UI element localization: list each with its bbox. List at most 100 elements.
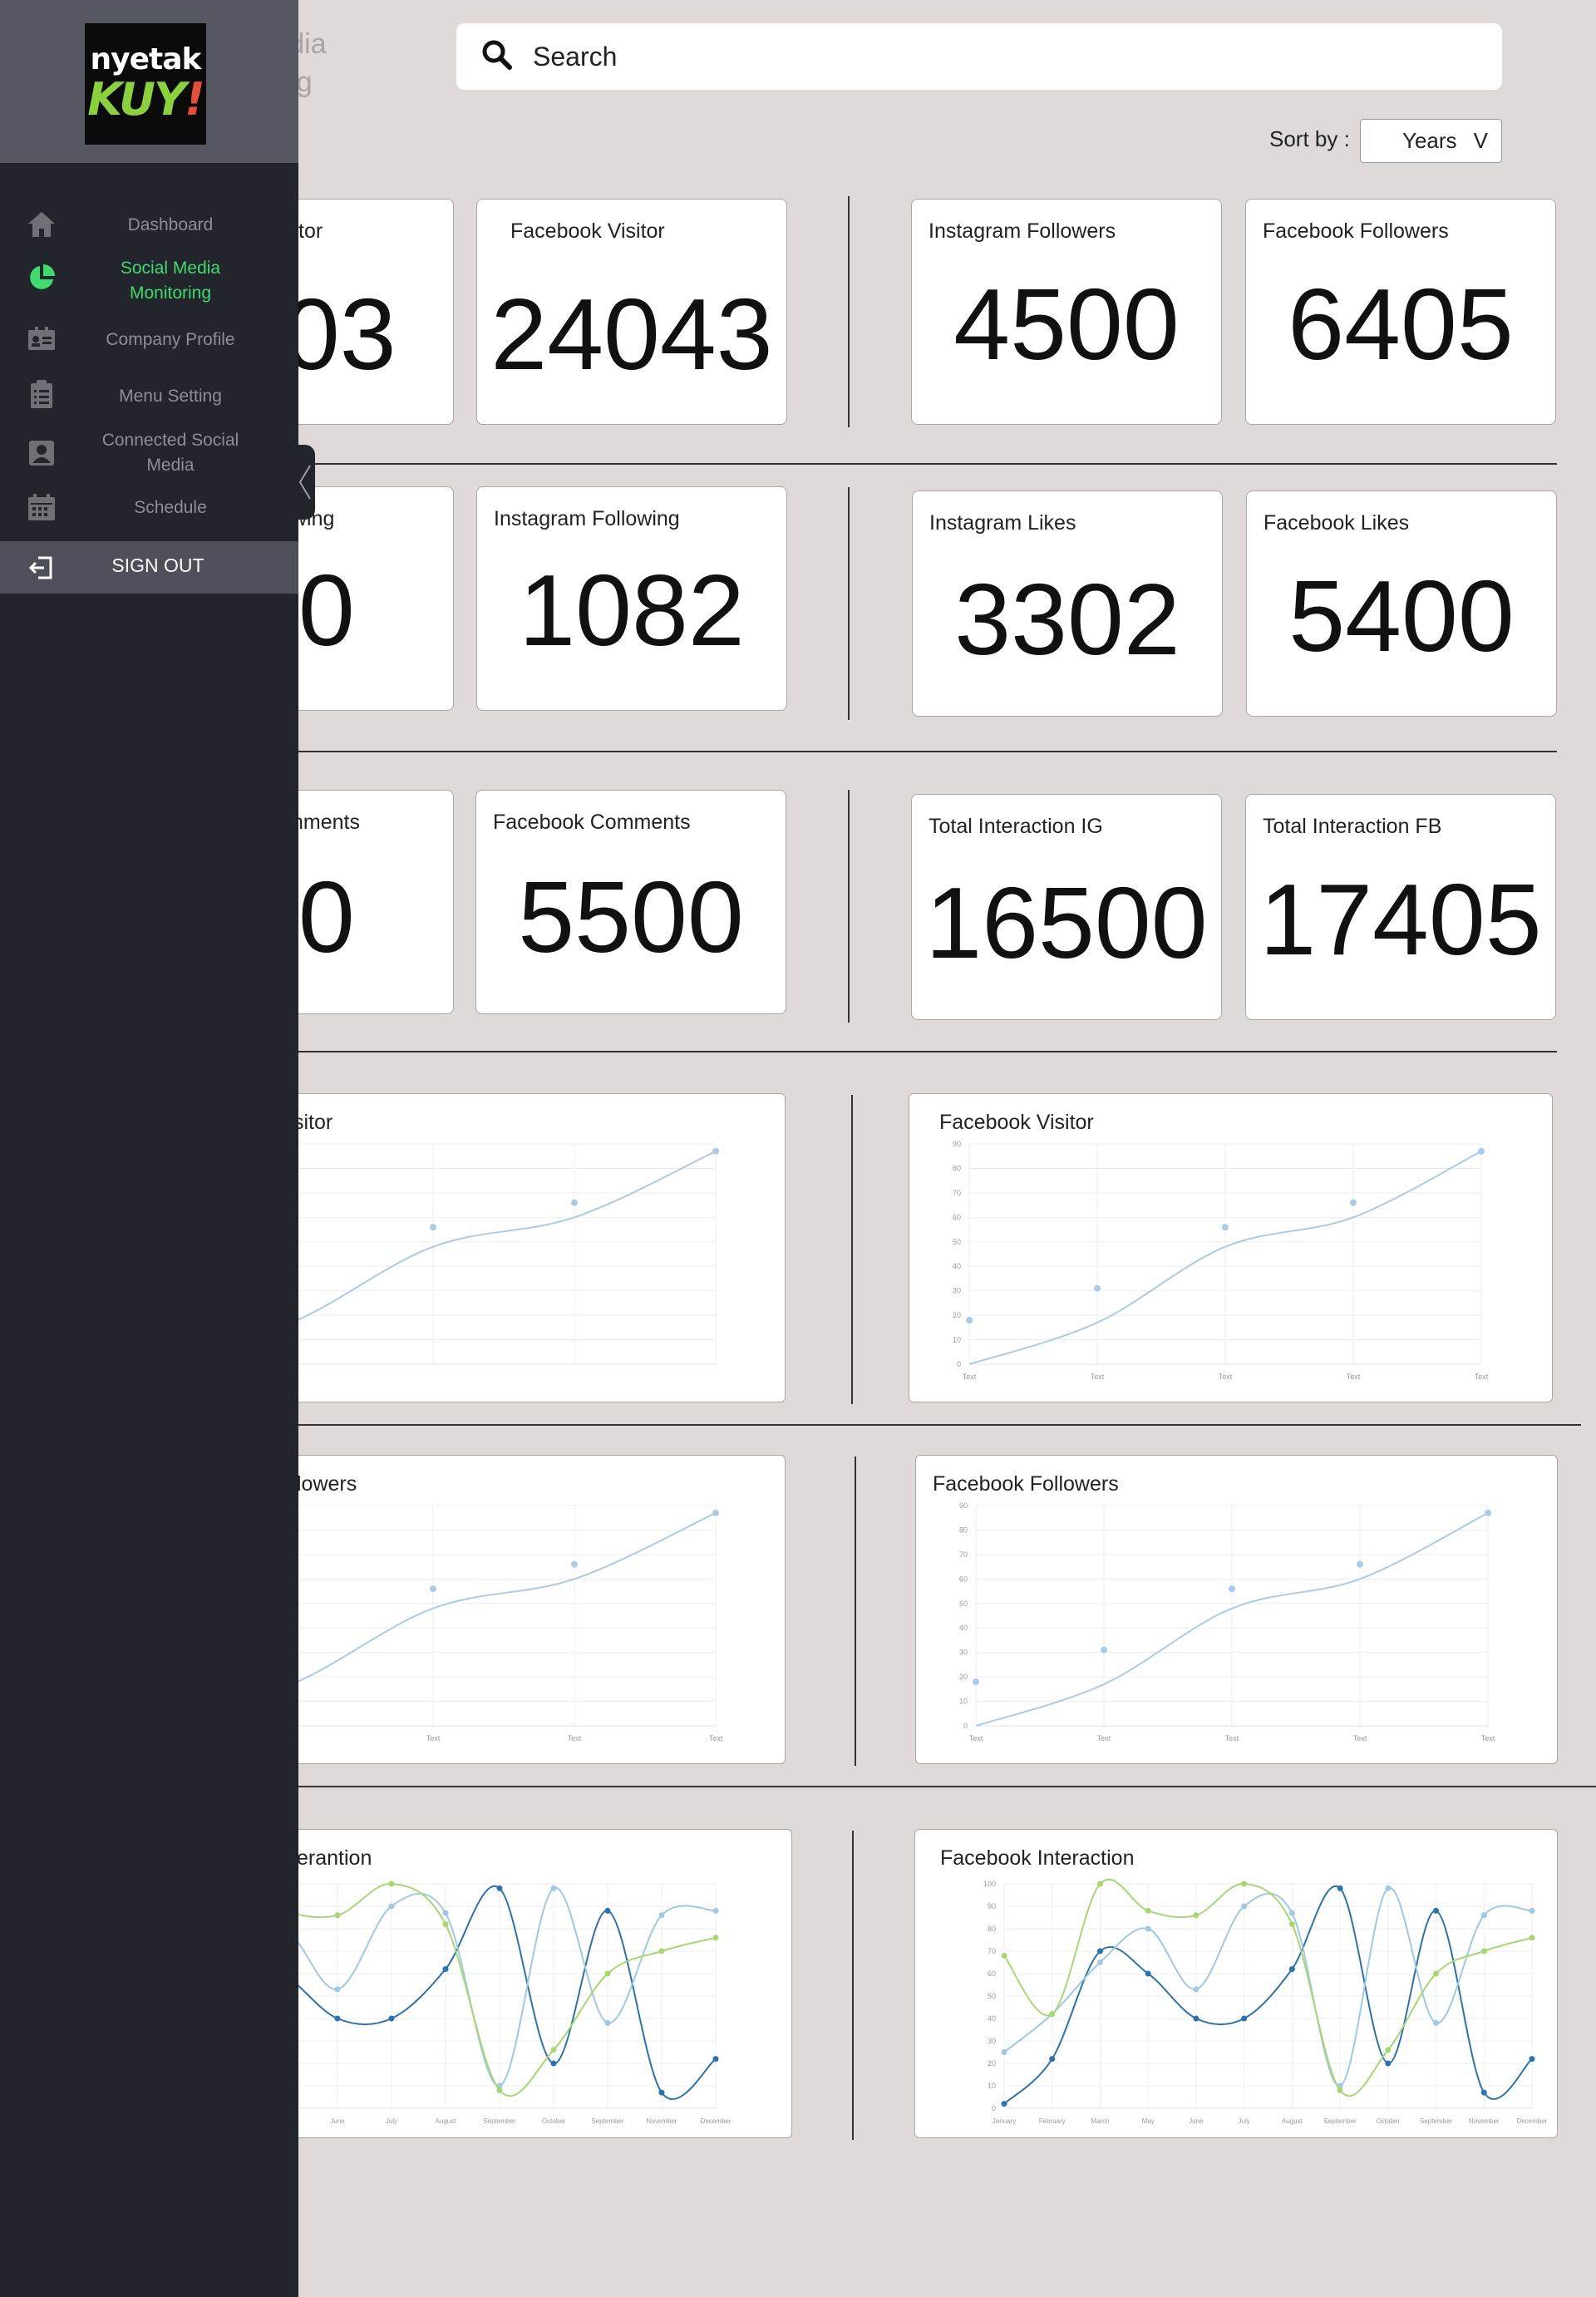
stat-title: nments xyxy=(292,811,360,834)
y-tick-label: 90 xyxy=(953,1140,961,1148)
x-tick-label: June xyxy=(1189,2117,1204,2125)
logo-bang: ! xyxy=(185,73,205,126)
stat-card-fb-comments: Facebook Comments 5500 xyxy=(475,790,786,1014)
stat-title: Total Interaction IG xyxy=(929,815,1103,838)
sidebar-item-social-media-monitoring[interactable]: Social Media Monitoring xyxy=(0,256,298,309)
divider xyxy=(848,196,850,427)
x-tick-label: August xyxy=(1282,2117,1303,2125)
series-line xyxy=(250,1150,717,1338)
sign-out-icon xyxy=(28,556,52,579)
data-point xyxy=(1433,1907,1440,1914)
x-tick-label: October xyxy=(542,2117,566,2125)
data-point xyxy=(388,1880,395,1887)
stat-value: 3302 xyxy=(954,563,1180,676)
y-tick-label: 90 xyxy=(988,1902,996,1910)
data-point xyxy=(1222,1224,1229,1231)
data-point xyxy=(973,1678,979,1685)
data-point xyxy=(496,1885,503,1891)
search-icon[interactable] xyxy=(481,39,513,75)
data-point xyxy=(604,2019,611,2026)
chart-card-ig-visitor: sitor xyxy=(249,1093,786,1402)
data-point xyxy=(388,2015,395,2022)
series-line xyxy=(1003,1887,1533,2087)
sign-out-label: SIGN OUT xyxy=(111,555,204,576)
data-point xyxy=(1350,1199,1357,1206)
data-point xyxy=(658,1912,665,1919)
divider xyxy=(851,1095,853,1404)
ig-followers-line-chart: TextTextTextTextText xyxy=(250,1505,723,1742)
data-point xyxy=(1337,2087,1343,2093)
fb-visitor-line-chart: 0 10 20 30 40 50 60 70 80 90 Text Text Text Text Text xyxy=(953,1140,1489,1381)
y-tick-label: 10 xyxy=(959,1698,968,1706)
x-tick-label: Text xyxy=(426,1734,441,1742)
clipboard-icon xyxy=(31,380,52,408)
data-point xyxy=(550,2047,557,2053)
x-tick-label: Text xyxy=(568,1734,582,1742)
data-point xyxy=(604,1970,611,1977)
data-point xyxy=(1288,1966,1295,1973)
data-point xyxy=(1288,1910,1295,1916)
search-input[interactable] xyxy=(533,41,1281,72)
data-point xyxy=(1145,1970,1151,1977)
stat-title: Facebook Likes xyxy=(1264,511,1410,535)
stat-value: 4500 xyxy=(953,268,1180,381)
data-point xyxy=(388,1903,395,1910)
data-point xyxy=(1193,2015,1199,2022)
fb-followers-line-chart: 0 10 20 30 40 50 60 70 80 90 Text Text Text Text Text xyxy=(959,1501,1495,1742)
y-tick-label: 20 xyxy=(953,1311,961,1319)
data-point xyxy=(1385,1885,1392,1891)
brand-logo[interactable]: nyetak KUY! xyxy=(85,23,206,145)
x-tick-label: August xyxy=(436,2117,457,2125)
y-tick-label: 70 xyxy=(953,1189,961,1197)
x-tick-label: Text xyxy=(1091,1373,1105,1381)
chart-card-fb-visitor: Facebook Visitor 0 10 20 30 40 50 60 70 80 90 Text… xyxy=(909,1093,1553,1402)
y-tick-label: 30 xyxy=(953,1287,961,1295)
data-point xyxy=(442,1921,449,1928)
x-tick-label: Text xyxy=(1225,1734,1239,1742)
data-point xyxy=(1433,1970,1440,1977)
chevron-left-icon xyxy=(298,465,311,500)
y-tick-label: 80 xyxy=(988,1925,996,1933)
chevron-down-icon[interactable]: V xyxy=(1474,128,1488,154)
y-tick-label: 0 xyxy=(992,2104,996,2112)
stat-value: 5400 xyxy=(1288,559,1515,673)
stat-title: tor xyxy=(298,219,323,243)
stat-title: Facebook Followers xyxy=(1263,219,1449,243)
stat-title: Total Interaction FB xyxy=(1263,815,1442,838)
sidebar-collapse-toggle[interactable] xyxy=(295,445,315,520)
data-point xyxy=(430,1585,436,1593)
logo-text-bottom: KUY! xyxy=(87,76,204,124)
divider xyxy=(249,463,1557,465)
sidebar-item-dashboard[interactable]: Dashboard xyxy=(0,209,298,243)
divider xyxy=(249,1786,1596,1787)
x-tick-label: November xyxy=(1469,2117,1500,2125)
x-tick-label: Text xyxy=(969,1734,983,1742)
sidebar-item-schedule[interactable]: Schedule xyxy=(0,492,298,525)
sidebar-item-connected-social-media[interactable]: Connected Social Media xyxy=(0,428,298,481)
y-tick-label: 90 xyxy=(959,1501,968,1510)
sidebar-item-menu-setting[interactable]: Menu Setting xyxy=(0,379,298,412)
data-point xyxy=(712,1509,719,1516)
sort-select[interactable]: Years V xyxy=(1360,119,1502,163)
data-point xyxy=(1485,1509,1491,1516)
sidebar-item-label: Schedule xyxy=(134,498,207,517)
stat-title: Instagram Followers xyxy=(929,219,1116,243)
search-bar[interactable] xyxy=(456,23,1502,90)
x-tick-label: July xyxy=(386,2117,397,2125)
stat-value: 5500 xyxy=(518,860,744,974)
data-point xyxy=(1229,1585,1235,1593)
data-point xyxy=(1241,1903,1248,1910)
stat-value: 6405 xyxy=(1288,268,1514,381)
sidebar-item-label: Social Media Monitoring xyxy=(120,259,221,303)
sign-out-button[interactable]: SIGN OUT xyxy=(0,541,298,594)
data-point xyxy=(1385,2060,1392,2067)
x-tick-label: Text xyxy=(1475,1373,1489,1381)
x-tick-label: September xyxy=(483,2117,515,2125)
sidebar-item-company-profile[interactable]: Company Profile xyxy=(0,324,298,357)
data-point xyxy=(1529,1935,1535,1941)
data-point xyxy=(712,2056,719,2063)
data-point xyxy=(334,1986,341,1993)
data-point xyxy=(1145,1907,1151,1914)
y-tick-label: 10 xyxy=(953,1336,961,1344)
divider xyxy=(852,1831,854,2140)
